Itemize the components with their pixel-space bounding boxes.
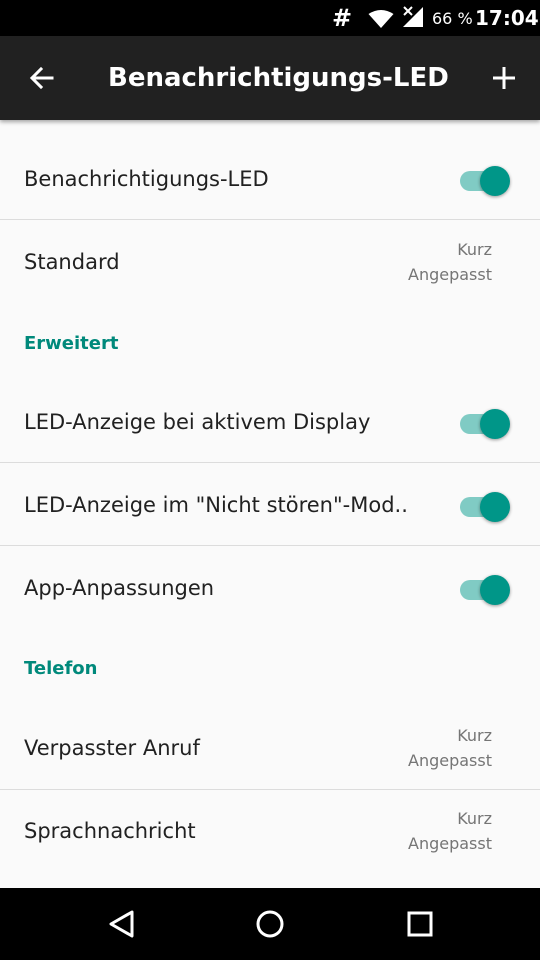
led-dnd-title: LED-Anzeige im "Nicht stören"-Mod.. [24,493,408,517]
plus-icon[interactable] [486,60,522,96]
hash-icon: # [332,4,353,32]
standard-summary-line2: Angepasst [408,265,492,284]
signal-no-data-icon [403,6,423,27]
missed-call-summary-line2: Angepasst [408,751,492,770]
switch-thumb [480,166,510,196]
voicemail-title: Sprachnachricht [24,819,196,843]
app-customizations-switch[interactable] [460,569,512,605]
status-bar: # 66 % 17:04 [0,0,540,36]
missed-call-row[interactable]: Verpasster Anruf Kurz Angepasst [0,706,540,790]
led-active-display-switch[interactable] [460,403,512,439]
settings-list: Benachrichtigungs-LED Standard Kurz Ange… [0,120,540,888]
app-toolbar: Benachrichtigungs-LED [0,36,540,120]
led-active-display-title: LED-Anzeige bei aktivem Display [24,410,371,434]
app-customizations-row[interactable]: App-Anpassungen [0,546,540,630]
led-dnd-row[interactable]: LED-Anzeige im "Nicht stören"-Mod.. [0,463,540,546]
voicemail-summary-line2: Angepasst [408,834,492,853]
missed-call-summary-line1: Kurz [457,726,492,745]
led-toggle-switch[interactable] [460,160,512,196]
app-customizations-title: App-Anpassungen [24,576,215,600]
standard-row[interactable]: Standard Kurz Angepasst [0,220,540,324]
standard-summary-line1: Kurz [457,240,492,259]
standard-title: Standard [24,250,120,274]
nav-back-triangle-icon[interactable] [104,906,140,942]
standard-summary: Kurz Angepasst [408,237,492,287]
battery-percentage: 66 % [432,9,473,28]
led-toggle-title: Benachrichtigungs-LED [24,167,269,191]
voicemail-summary: Kurz Angepasst [408,806,492,856]
wifi-icon [368,10,394,28]
nav-home-circle-icon[interactable] [252,906,288,942]
voicemail-summary-line1: Kurz [457,809,492,828]
switch-thumb [480,575,510,605]
system-nav-bar [0,888,540,960]
switch-thumb [480,492,510,522]
led-dnd-switch[interactable] [460,486,512,522]
section-header-advanced: Erweitert [24,333,119,354]
nav-recents-square-icon[interactable] [402,906,438,942]
page-title: Benachrichtigungs-LED [108,63,449,93]
clock: 17:04 [475,6,539,30]
missed-call-title: Verpasster Anruf [24,736,200,760]
section-header-phone: Telefon [24,658,98,679]
missed-call-summary: Kurz Angepasst [408,723,492,773]
voicemail-row[interactable]: Sprachnachricht Kurz Angepasst [0,790,540,888]
switch-thumb [480,409,510,439]
led-toggle-row[interactable]: Benachrichtigungs-LED [0,120,540,220]
arrow-back-icon[interactable] [24,60,60,96]
led-active-display-row[interactable]: LED-Anzeige bei aktivem Display [0,380,540,463]
